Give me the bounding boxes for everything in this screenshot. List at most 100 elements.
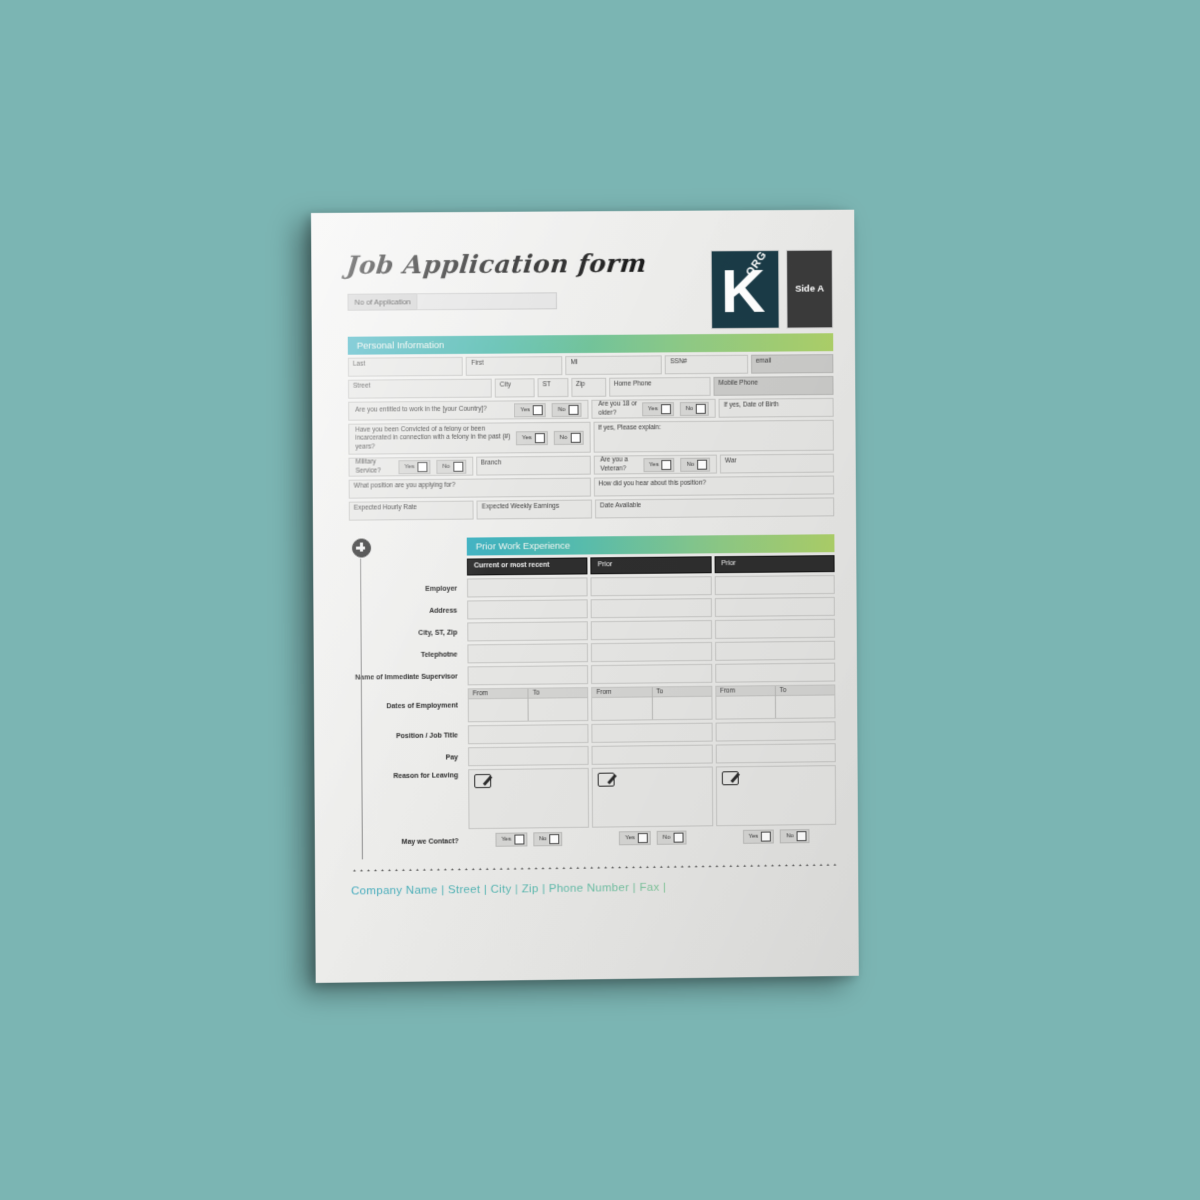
checkbox-contact-current-yes[interactable]: Yes [495,832,528,847]
date-from-prior-1[interactable]: From [592,687,652,720]
date-to-current[interactable]: To [527,688,588,721]
field-home-phone[interactable]: Home Phone [608,376,711,397]
checkbox-box[interactable] [660,403,671,414]
cell-position-prior-2[interactable] [715,721,836,742]
cell-city-st-zip-current[interactable] [467,621,589,642]
checkbox-box[interactable] [532,404,543,415]
checkbox-18-yes[interactable]: Yes [641,401,674,416]
cell-address-prior-2[interactable] [714,596,835,618]
cell-reason-prior-2[interactable] [715,765,837,827]
checkbox-contact-current-no[interactable]: No [533,832,563,847]
field-date-of-birth[interactable]: If yes, Date of Birth [718,397,834,418]
field-street[interactable]: Street [348,378,492,399]
no-of-application-input[interactable] [416,292,558,311]
cell-supervisor-current[interactable] [467,665,589,686]
field-mobile-phone[interactable]: Mobile Phone [713,376,834,396]
cell-position-prior-1[interactable] [591,722,713,743]
cell-supervisor-prior-1[interactable] [591,663,713,685]
checkbox-box[interactable] [452,461,463,472]
field-last[interactable]: Last [347,356,464,377]
checkbox-felony-no[interactable]: No [553,430,584,445]
field-felony-explain[interactable]: If yes, Please explain: [593,419,834,453]
field-mi[interactable]: MI [565,355,663,376]
field-expected-weekly-earnings[interactable]: Expected Weekly Earnings [476,499,593,520]
section-header-prior-work-experience: Prior Work Experience [466,534,835,556]
checkbox-18-no[interactable]: No [679,401,710,416]
edit-pencil-icon[interactable] [474,773,492,789]
checkbox-box[interactable] [534,432,545,443]
checkbox-entitled-no[interactable]: No [551,402,582,417]
cell-telephone-prior-1[interactable] [591,641,712,663]
footer-contact-line: Company Name | Street | City | Zip | Pho… [351,880,836,898]
cell-telephone-current[interactable] [467,643,589,664]
field-email[interactable]: email [750,354,834,374]
date-to-prior-2[interactable]: To [774,685,835,718]
checkbox-no-label: No [557,406,566,413]
cell-city-st-zip-prior-1[interactable] [591,620,712,641]
cell-address-prior-1[interactable] [590,598,712,619]
cell-pay-current[interactable] [468,745,589,767]
checkbox-entitled-yes[interactable]: Yes [514,402,546,417]
field-city[interactable]: City [494,378,535,398]
field-zip[interactable]: Zip [570,377,607,397]
cell-employer-prior-1[interactable] [590,576,712,597]
no-of-application-field[interactable]: No of Application [347,292,558,311]
date-from-current[interactable]: From [468,688,528,722]
cell-city-st-zip-prior-2[interactable] [714,618,835,639]
add-plus-icon[interactable] [351,538,372,558]
checkbox-box[interactable] [570,432,581,443]
contact-checkboxes-prior-1: Yes No [592,830,713,846]
checkbox-box[interactable] [673,832,684,843]
checkbox-contact-prior1-no[interactable]: No [656,830,687,845]
table-row-dates: From To From To From To [467,684,836,723]
work-experience-labels: Employer Address City, ST, Zip Telephotn… [349,538,469,860]
date-to-prior-1[interactable]: To [651,686,712,720]
checkbox-military-yes[interactable]: Yes [398,459,431,474]
checkbox-box[interactable] [796,831,807,842]
cell-pay-prior-1[interactable] [591,744,713,765]
checkbox-box[interactable] [417,461,428,472]
cell-reason-current[interactable] [468,767,590,830]
yesno-veteran: Yes No [643,457,711,472]
cell-employer-prior-2[interactable] [714,575,835,596]
cell-reason-prior-1[interactable] [591,766,713,828]
checkbox-military-no[interactable]: No [436,459,466,474]
checkbox-box[interactable] [514,834,525,845]
checkbox-box[interactable] [637,833,648,844]
field-war[interactable]: War [719,453,834,474]
date-from-prior-2[interactable]: From [715,686,775,718]
cell-supervisor-prior-2[interactable] [714,662,836,683]
checkbox-yes-label: Yes [520,406,531,413]
logo-group: K .ORG Side A [710,249,834,330]
checkbox-contact-prior1-yes[interactable]: Yes [619,830,651,846]
cell-address-current[interactable] [467,599,589,620]
checkbox-box[interactable] [697,459,708,470]
field-first[interactable]: First [466,356,563,376]
checkbox-contact-prior2-yes[interactable]: Yes [742,829,775,844]
cell-telephone-prior-2[interactable] [714,640,836,661]
checkbox-box[interactable] [761,831,772,842]
checkbox-veteran-yes[interactable]: Yes [643,457,675,472]
checkbox-veteran-no[interactable]: No [680,457,711,472]
checkbox-contact-prior2-no[interactable]: No [780,829,810,844]
checkbox-box[interactable] [696,403,707,414]
checkbox-box[interactable] [661,459,672,470]
column-header-current: Current or most recent [466,557,588,576]
field-position-applying-for[interactable]: What position are you applying for? [348,477,591,499]
field-date-available[interactable]: Date Available [595,497,835,519]
field-ssn[interactable]: SSN# [665,354,748,375]
checkbox-felony-yes[interactable]: Yes [515,430,548,445]
row-label-telephone: Telephotne [420,651,458,659]
cell-employer-current[interactable] [466,577,588,598]
field-expected-hourly-rate[interactable]: Expected Hourly Rate [348,500,474,521]
field-how-did-you-hear[interactable]: How did you hear about this position? [593,475,835,497]
checkbox-box[interactable] [549,834,560,845]
cell-pay-prior-2[interactable] [715,743,836,764]
checkbox-box[interactable] [568,404,579,415]
field-branch[interactable]: Branch [475,455,591,476]
question-entitled-to-work: Are you entitled to work in the [your Co… [348,399,589,421]
field-state[interactable]: ST [537,378,568,398]
cell-position-current[interactable] [467,723,589,745]
edit-pencil-icon[interactable] [721,771,739,786]
edit-pencil-icon[interactable] [597,772,615,787]
